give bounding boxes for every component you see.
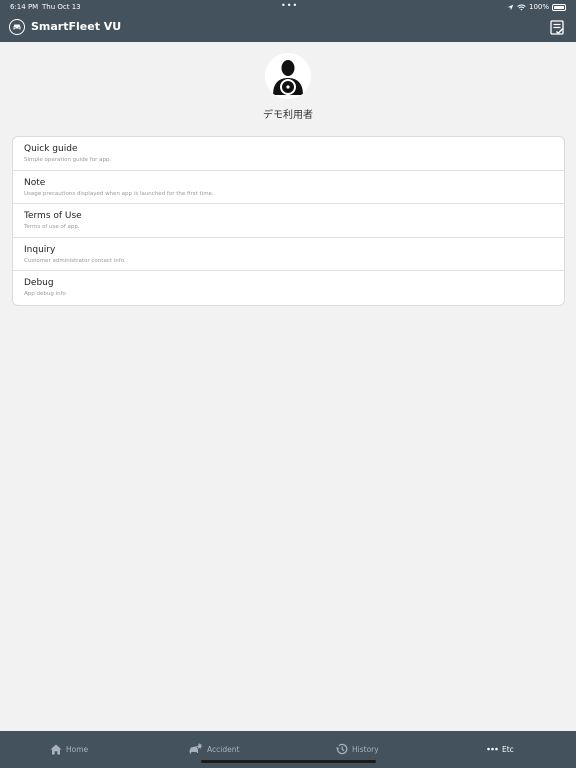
nav-bar: SmartFleet VU xyxy=(0,14,576,42)
menu-item-title: Inquiry xyxy=(24,244,56,255)
top-bar: 6:14 PM Thu Oct 13 ••• 100% SmartFleet V… xyxy=(0,0,576,42)
checklist-icon[interactable] xyxy=(550,20,564,36)
multitasking-dots-icon[interactable]: ••• xyxy=(281,0,298,12)
menu-item-quick-guide[interactable]: Quick guide Simple operation guide for a… xyxy=(13,137,564,171)
menu-item-title: Quick guide xyxy=(24,144,78,154)
driver-avatar-icon xyxy=(273,60,303,95)
menu-item-title: Note xyxy=(24,177,46,188)
tab-home[interactable]: Home xyxy=(50,740,88,758)
menu-item-debug[interactable]: Debug App debug info xyxy=(13,271,564,305)
more-icon xyxy=(487,747,498,751)
location-icon xyxy=(507,4,514,10)
wifi-icon xyxy=(517,4,526,10)
home-icon xyxy=(50,744,62,754)
status-bar: 6:14 PM Thu Oct 13 ••• 100% xyxy=(0,0,576,14)
status-date: Thu Oct 13 xyxy=(42,3,81,11)
menu-item-title: Terms of Use xyxy=(24,211,82,222)
tab-accident[interactable]: Accident xyxy=(188,740,239,758)
menu-item-subtitle: Terms of use of app. xyxy=(24,224,80,231)
battery-icon xyxy=(552,3,566,11)
tab-history[interactable]: History xyxy=(335,740,379,758)
avatar xyxy=(265,53,311,99)
menu-item-title: Debug xyxy=(24,278,54,289)
home-indicator[interactable] xyxy=(201,760,376,763)
tab-etc[interactable]: Etc xyxy=(487,740,514,758)
app-title: SmartFleet VU xyxy=(31,20,122,33)
tab-label: Home xyxy=(66,744,89,754)
settings-menu: Quick guide Simple operation guide for a… xyxy=(12,136,565,306)
car-logo-icon xyxy=(9,19,25,35)
tab-label: History xyxy=(352,744,379,754)
menu-item-terms-of-use[interactable]: Terms of Use Terms of use of app. xyxy=(13,204,564,238)
menu-item-subtitle: App debug info xyxy=(24,291,66,298)
tab-label: Accident xyxy=(207,744,240,754)
history-icon xyxy=(335,743,348,755)
battery-percent: 100% xyxy=(528,3,549,11)
menu-item-inquiry[interactable]: Inquiry Customer administrator contact i… xyxy=(13,238,564,272)
tab-label: Etc xyxy=(502,744,514,754)
accident-icon xyxy=(189,742,203,754)
profile-name: デモ利用者 xyxy=(263,110,313,121)
status-time: 6:14 PM xyxy=(10,3,39,11)
status-right: 100% xyxy=(507,0,566,14)
menu-item-subtitle: Usage precautions displayed when app is … xyxy=(24,190,214,197)
menu-item-subtitle: Customer administrator contact info. xyxy=(24,257,126,264)
menu-item-subtitle: Simple operation guide for app. xyxy=(24,157,112,163)
menu-item-note[interactable]: Note Usage precautions displayed when ap… xyxy=(13,171,564,205)
